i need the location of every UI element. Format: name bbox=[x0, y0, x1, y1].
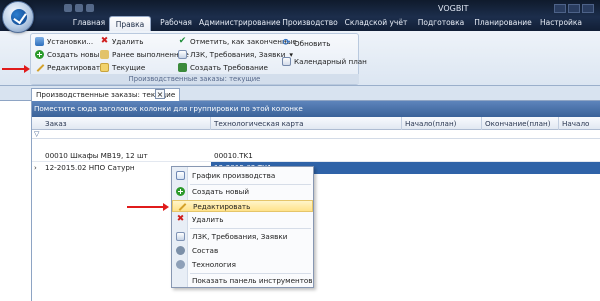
order-cell: 00010 Шкафы МВ19, 12 шт bbox=[45, 151, 148, 160]
edit-icon bbox=[177, 202, 186, 211]
column-header-start-plan[interactable]: Начало(план) bbox=[402, 117, 482, 130]
menu-item-technology[interactable]: Технология bbox=[172, 259, 313, 271]
gear-icon bbox=[176, 246, 185, 255]
quick-access-icon[interactable] bbox=[75, 4, 83, 12]
menu-item-production-chart[interactable]: График производства bbox=[172, 170, 313, 182]
column-header-order[interactable]: Заказ bbox=[42, 117, 211, 130]
lzk-button[interactable]: ЛЗК, Требования, Заявки ▾ bbox=[178, 49, 293, 60]
done-orders-icon bbox=[100, 50, 109, 59]
filter-row[interactable]: ▽ bbox=[32, 130, 600, 139]
menu-item-edit[interactable]: Правка bbox=[109, 16, 151, 32]
menu-item-settings[interactable]: Настройка bbox=[536, 15, 586, 31]
edit-button[interactable]: Редактировать bbox=[35, 62, 104, 73]
window-title: VOGBIT bbox=[438, 4, 469, 13]
menu-item-lzk[interactable]: ЛЗК, Требования, Заявки bbox=[172, 231, 313, 243]
mark-finished-button[interactable]: ✔ Отметить, как законченные bbox=[178, 36, 297, 47]
orders-grid: Поместите сюда заголовок колонки для гру… bbox=[31, 101, 600, 301]
delete-icon: ✖ bbox=[100, 36, 109, 46]
menu-item-warehouse[interactable]: Складской учёт bbox=[343, 15, 409, 31]
menu-separator bbox=[190, 228, 311, 229]
table-row-selected[interactable]: › 12-2015.02 НПО Сатурн 12-2015.02.ТК1 bbox=[32, 162, 600, 174]
refresh-icon: ⟳ bbox=[282, 38, 291, 48]
ribbon-group-caption: Производственные заказы: текущие bbox=[30, 74, 359, 84]
add-icon bbox=[176, 187, 185, 196]
maximize-button[interactable] bbox=[568, 4, 580, 13]
calendar-icon bbox=[282, 57, 291, 66]
techcard-cell: 00010.TK1 bbox=[214, 151, 253, 160]
quick-access-icon[interactable] bbox=[86, 4, 94, 12]
column-header-start[interactable]: Начало bbox=[559, 117, 600, 130]
menu-item-home[interactable]: Главная bbox=[66, 15, 112, 31]
current-button[interactable]: Текущие bbox=[100, 62, 145, 73]
calendar-plan-button[interactable]: Календарный план bbox=[282, 56, 367, 67]
menu-separator bbox=[190, 273, 311, 274]
refresh-button[interactable]: ⟳ Обновить bbox=[282, 38, 331, 49]
app-logo-icon bbox=[11, 9, 27, 25]
close-tab-icon[interactable]: × bbox=[155, 89, 165, 99]
menu-item-show-toolbar[interactable]: Показать панель инструментов bbox=[172, 275, 313, 287]
group-by-panel[interactable]: Поместите сюда заголовок колонки для гру… bbox=[32, 101, 600, 117]
pencil-icon bbox=[35, 63, 44, 72]
done-before-button[interactable]: Ранее выполненные bbox=[100, 49, 189, 60]
menu-item-planning[interactable]: Планирование bbox=[472, 15, 534, 31]
create-request-button[interactable]: Создать Требование bbox=[178, 62, 268, 73]
menu-item-delete[interactable]: ✖ Удалить bbox=[172, 214, 313, 226]
delete-icon: ✖ bbox=[176, 214, 185, 224]
grid-header: Заказ Технологическая карта Начало(план)… bbox=[32, 117, 600, 130]
menu-item-edit[interactable]: Редактировать bbox=[172, 200, 313, 212]
documents-icon bbox=[178, 50, 187, 59]
menu-item-composition[interactable]: Состав bbox=[172, 245, 313, 257]
menu-item-preparation[interactable]: Подготовка bbox=[413, 15, 469, 31]
ribbon: Установки... Создать новый Редактировать… bbox=[0, 31, 600, 86]
filter-icon[interactable]: ▽ bbox=[34, 130, 39, 139]
menu-item-admin[interactable]: Администрирование bbox=[199, 15, 281, 31]
create-new-button[interactable]: Создать новый bbox=[35, 49, 104, 60]
title-bar: VOGBIT Главная Правка Рабочая Администри… bbox=[0, 0, 600, 33]
menu-separator bbox=[190, 184, 311, 185]
application-menu-button[interactable] bbox=[2, 1, 34, 33]
close-window-button[interactable] bbox=[582, 4, 594, 13]
column-header-end-plan[interactable]: Окончание(план) bbox=[482, 117, 559, 130]
settings-button[interactable]: Установки... bbox=[35, 36, 93, 47]
check-icon: ✔ bbox=[178, 36, 187, 46]
context-menu: График производства Создать новый Редакт… bbox=[171, 166, 314, 288]
documents-icon bbox=[176, 232, 185, 241]
minimize-button[interactable] bbox=[554, 4, 566, 13]
request-icon bbox=[178, 63, 187, 72]
settings-icon bbox=[35, 37, 44, 46]
menu-item-create-new[interactable]: Создать новый bbox=[172, 186, 313, 198]
delete-button[interactable]: ✖ Удалить bbox=[100, 36, 144, 47]
table-row[interactable]: 00010 Шкафы МВ19, 12 шт 00010.TK1 bbox=[32, 150, 600, 162]
current-orders-icon bbox=[100, 63, 109, 72]
chart-icon bbox=[176, 171, 185, 180]
annotation-arrow-icon bbox=[2, 65, 30, 73]
menu-item-work[interactable]: Рабочая bbox=[153, 15, 199, 31]
row-indicator-icon: › bbox=[34, 164, 37, 172]
add-icon bbox=[35, 50, 44, 59]
technology-icon bbox=[176, 260, 185, 269]
quick-access-icon[interactable] bbox=[64, 4, 72, 12]
annotation-arrow-icon bbox=[127, 203, 169, 211]
menu-bar: Главная Правка Рабочая Администрирование… bbox=[0, 15, 600, 32]
menu-item-production[interactable]: Производство bbox=[280, 15, 340, 31]
document-tab-strip: Производственные заказы: текущие × bbox=[0, 86, 600, 101]
column-header-techcard[interactable]: Технологическая карта bbox=[211, 117, 402, 130]
